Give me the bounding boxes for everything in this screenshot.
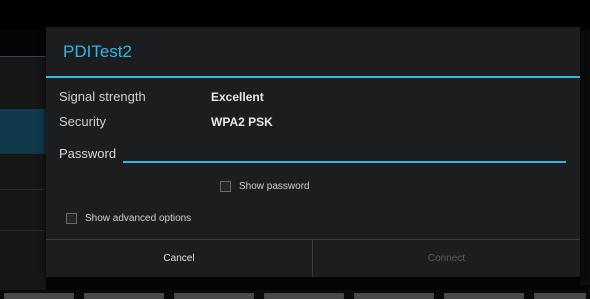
- security-label: Security: [59, 114, 106, 129]
- show-advanced-checkbox[interactable]: [66, 213, 77, 224]
- background-top-bar: [0, 0, 590, 30]
- background-list: [0, 57, 46, 290]
- background-key: [84, 293, 164, 299]
- title-divider: [46, 76, 580, 78]
- background-key: [534, 293, 586, 299]
- password-input[interactable]: [123, 143, 566, 163]
- cancel-button[interactable]: Cancel: [46, 240, 312, 277]
- connect-button[interactable]: Connect: [313, 240, 580, 277]
- background-row-divider: [0, 189, 46, 190]
- security-value: WPA2 PSK: [211, 115, 273, 129]
- background-key: [4, 293, 74, 299]
- background-key: [354, 293, 434, 299]
- show-password-toggle[interactable]: Show password: [220, 181, 310, 192]
- show-advanced-toggle[interactable]: Show advanced options: [66, 213, 191, 224]
- show-advanced-label: Show advanced options: [85, 213, 192, 224]
- background-selected-row: [0, 109, 46, 153]
- background-row-divider: [0, 230, 46, 231]
- password-label: Password: [59, 146, 117, 161]
- signal-strength-label: Signal strength: [59, 89, 146, 104]
- background-row-divider: [0, 153, 46, 154]
- show-password-checkbox[interactable]: [220, 181, 231, 192]
- show-password-label: Show password: [239, 181, 310, 192]
- signal-strength-value: Excellent: [211, 90, 264, 104]
- background-right-edge: [580, 30, 590, 285]
- background-key: [444, 293, 524, 299]
- background-key: [264, 293, 344, 299]
- background-key: [174, 293, 254, 299]
- wifi-connect-dialog: PDITest2 Signal strength Excellent Secur…: [46, 27, 580, 277]
- dialog-title: PDITest2: [63, 42, 132, 61]
